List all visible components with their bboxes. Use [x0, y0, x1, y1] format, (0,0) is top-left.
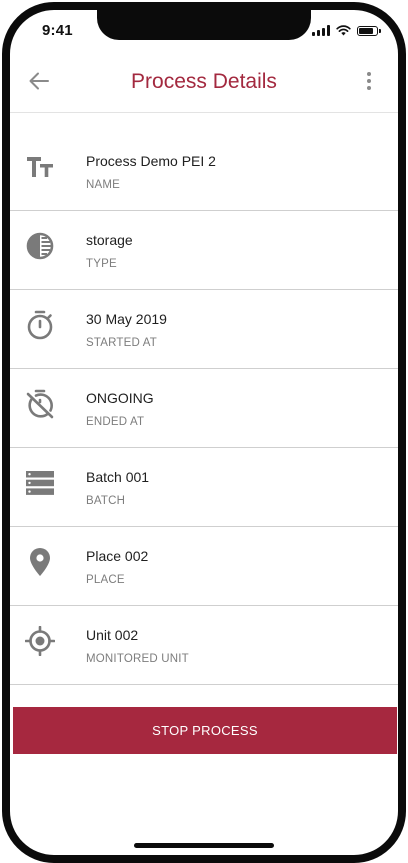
notch [97, 10, 311, 40]
detail-value: Batch 001 [86, 469, 150, 485]
stop-process-button[interactable]: STOP PROCESS [13, 707, 397, 754]
home-indicator [134, 843, 274, 848]
wifi-icon [336, 25, 351, 36]
detail-label: MONITORED UNIT [86, 653, 189, 665]
detail-label: STARTED AT [86, 337, 158, 349]
detail-row-ended-at: ONGOING ENDED AT [10, 369, 398, 448]
stopwatch-off-icon [24, 388, 56, 420]
screen: 9:41 Process Details Process Demo PEI 2 … [10, 10, 398, 855]
detail-row-name: Process Demo PEI 2 NAME [10, 132, 398, 211]
phone-frame: 9:41 Process Details Process Demo PEI 2 … [0, 0, 408, 863]
back-button[interactable] [24, 66, 54, 96]
detail-row-batch: Batch 001 BATCH [10, 448, 398, 527]
status-time: 9:41 [42, 22, 73, 39]
detail-label: TYPE [86, 258, 117, 270]
cellular-signal-icon [312, 25, 330, 36]
detail-value: Place 002 [86, 548, 149, 564]
map-pin-icon [24, 546, 56, 578]
app-bar: Process Details [10, 54, 398, 113]
storage-stack-icon [24, 467, 56, 499]
arrow-left-icon [29, 72, 49, 90]
process-details-list: Process Demo PEI 2 NAME storage TYPE 30 … [10, 132, 398, 685]
more-options-button[interactable] [356, 66, 382, 96]
status-icons [312, 25, 381, 36]
detail-value: Process Demo PEI 2 [86, 153, 216, 169]
contrast-circle-icon [24, 230, 56, 262]
detail-label: PLACE [86, 574, 125, 586]
detail-label: BATCH [86, 495, 126, 507]
detail-value: storage [86, 232, 133, 248]
detail-row-type: storage TYPE [10, 211, 398, 290]
detail-label: ENDED AT [86, 416, 145, 428]
stopwatch-icon [24, 309, 56, 341]
text-size-icon [24, 151, 56, 183]
page-title: Process Details [131, 70, 277, 93]
detail-row-monitored-unit: Unit 002 MONITORED UNIT [10, 606, 398, 685]
detail-value: 30 May 2019 [86, 311, 167, 327]
target-icon [24, 625, 56, 657]
detail-label: NAME [86, 179, 121, 191]
detail-row-started-at: 30 May 2019 STARTED AT [10, 290, 398, 369]
detail-row-place: Place 002 PLACE [10, 527, 398, 606]
more-vertical-icon [367, 72, 371, 76]
detail-value: ONGOING [86, 390, 154, 406]
battery-icon [357, 25, 381, 36]
detail-value: Unit 002 [86, 627, 139, 643]
